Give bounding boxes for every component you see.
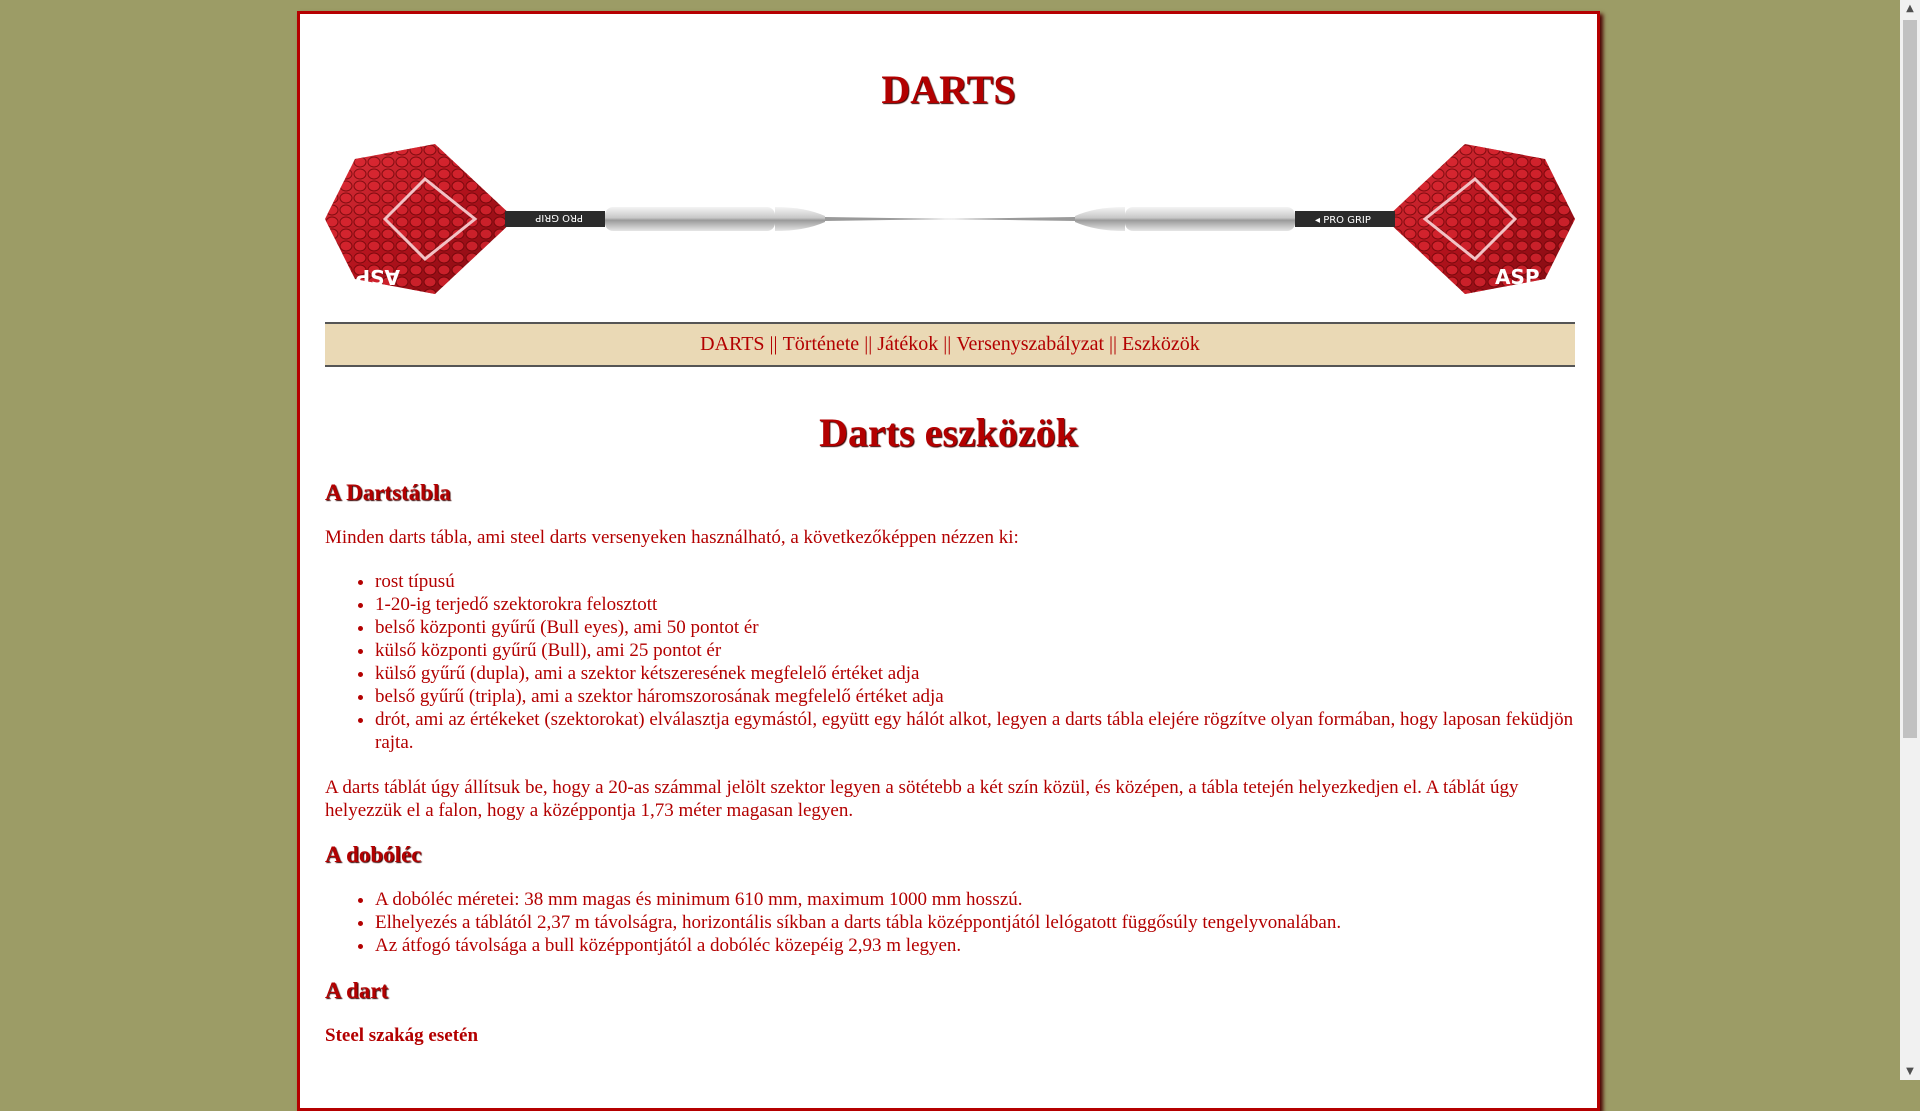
- board-requirements-list: rost típusú 1-20-ig terjedő szektorokra …: [325, 570, 1575, 754]
- nav-separator: ||: [943, 333, 952, 355]
- section-heading-board: A Dartstábla: [325, 480, 451, 505]
- list-item: Elhelyezés a táblától 2,37 m távolságra,…: [375, 911, 1575, 934]
- nav-link-darts[interactable]: DARTS: [700, 333, 764, 355]
- chevron-up-icon[interactable]: ▲: [1900, 0, 1920, 17]
- list-item: belső központi gyűrű (Bull eyes), ami 50…: [375, 616, 1575, 639]
- nav-separator: ||: [864, 333, 873, 355]
- list-item: külső gyűrű (dupla), ami a szektor kétsz…: [375, 662, 1575, 685]
- list-item: rost típusú: [375, 570, 1575, 593]
- nav-link-rules[interactable]: Versenyszabályzat: [956, 333, 1104, 355]
- list-item: drót, ami az értékeket (szektorokat) elv…: [375, 708, 1575, 754]
- left-dart-graphic: PRO GRIP ASP: [325, 144, 955, 294]
- chevron-down-icon[interactable]: ▼: [1900, 1063, 1920, 1080]
- list-item: A dobóléc méretei: 38 mm magas és minimu…: [375, 888, 1575, 911]
- list-item: külső központi gyűrű (Bull), ami 25 pont…: [375, 639, 1575, 662]
- subheading-steel: Steel szakág esetén: [325, 1025, 479, 1046]
- vertical-scrollbar[interactable]: ▲ ▼: [1900, 0, 1920, 1080]
- list-item: 1-20-ig terjedő szektorokra felosztott: [375, 593, 1575, 616]
- right-dart-graphic: ◂ PRO GRIP ASP: [945, 144, 1575, 294]
- list-item: Az átfogó távolsága a bull középpontjátó…: [375, 934, 1575, 957]
- main-nav: DARTS || Története || Játékok || Versenyszabál…: [325, 322, 1575, 367]
- svg-text:ASP: ASP: [355, 265, 400, 289]
- nav-separator: ||: [769, 333, 778, 355]
- svg-text:ASP: ASP: [1495, 265, 1540, 289]
- main-content: A Dartstábla Minden darts tábla, ami ste…: [325, 481, 1575, 1047]
- nav-separator: ||: [1109, 333, 1118, 355]
- section-heading-oche: A dobóléc: [325, 842, 422, 867]
- scrollbar-thumb[interactable]: [1903, 20, 1917, 738]
- darts-banner-image: PRO GRIP ASP ◂ PRO GRIP ASP: [325, 144, 1575, 294]
- site-title: DARTS: [881, 67, 1016, 112]
- section-heading-dart: A dart: [325, 978, 389, 1003]
- board-intro: Minden darts tábla, ami steel darts vers…: [325, 527, 1019, 548]
- board-setup-paragraph: A darts táblát úgy állítsuk be, hogy a 2…: [325, 777, 1519, 821]
- svg-text:PRO GRIP: PRO GRIP: [535, 212, 583, 223]
- nav-link-equipment[interactable]: Eszközök: [1122, 333, 1200, 355]
- page-heading: Darts eszközök: [819, 410, 1078, 455]
- nav-link-history[interactable]: Története: [783, 333, 860, 355]
- list-item: belső gyűrű (tripla), ami a szektor háro…: [375, 685, 1575, 708]
- nav-link-games[interactable]: Játékok: [877, 333, 938, 355]
- page-container: DARTS PRO GRIP ASP ◂ PRO GRIP ASP DARTS …: [297, 11, 1600, 1111]
- svg-text:◂ PRO GRIP: ◂ PRO GRIP: [1315, 215, 1371, 226]
- oche-requirements-list: A dobóléc méretei: 38 mm magas és minimu…: [325, 888, 1575, 957]
